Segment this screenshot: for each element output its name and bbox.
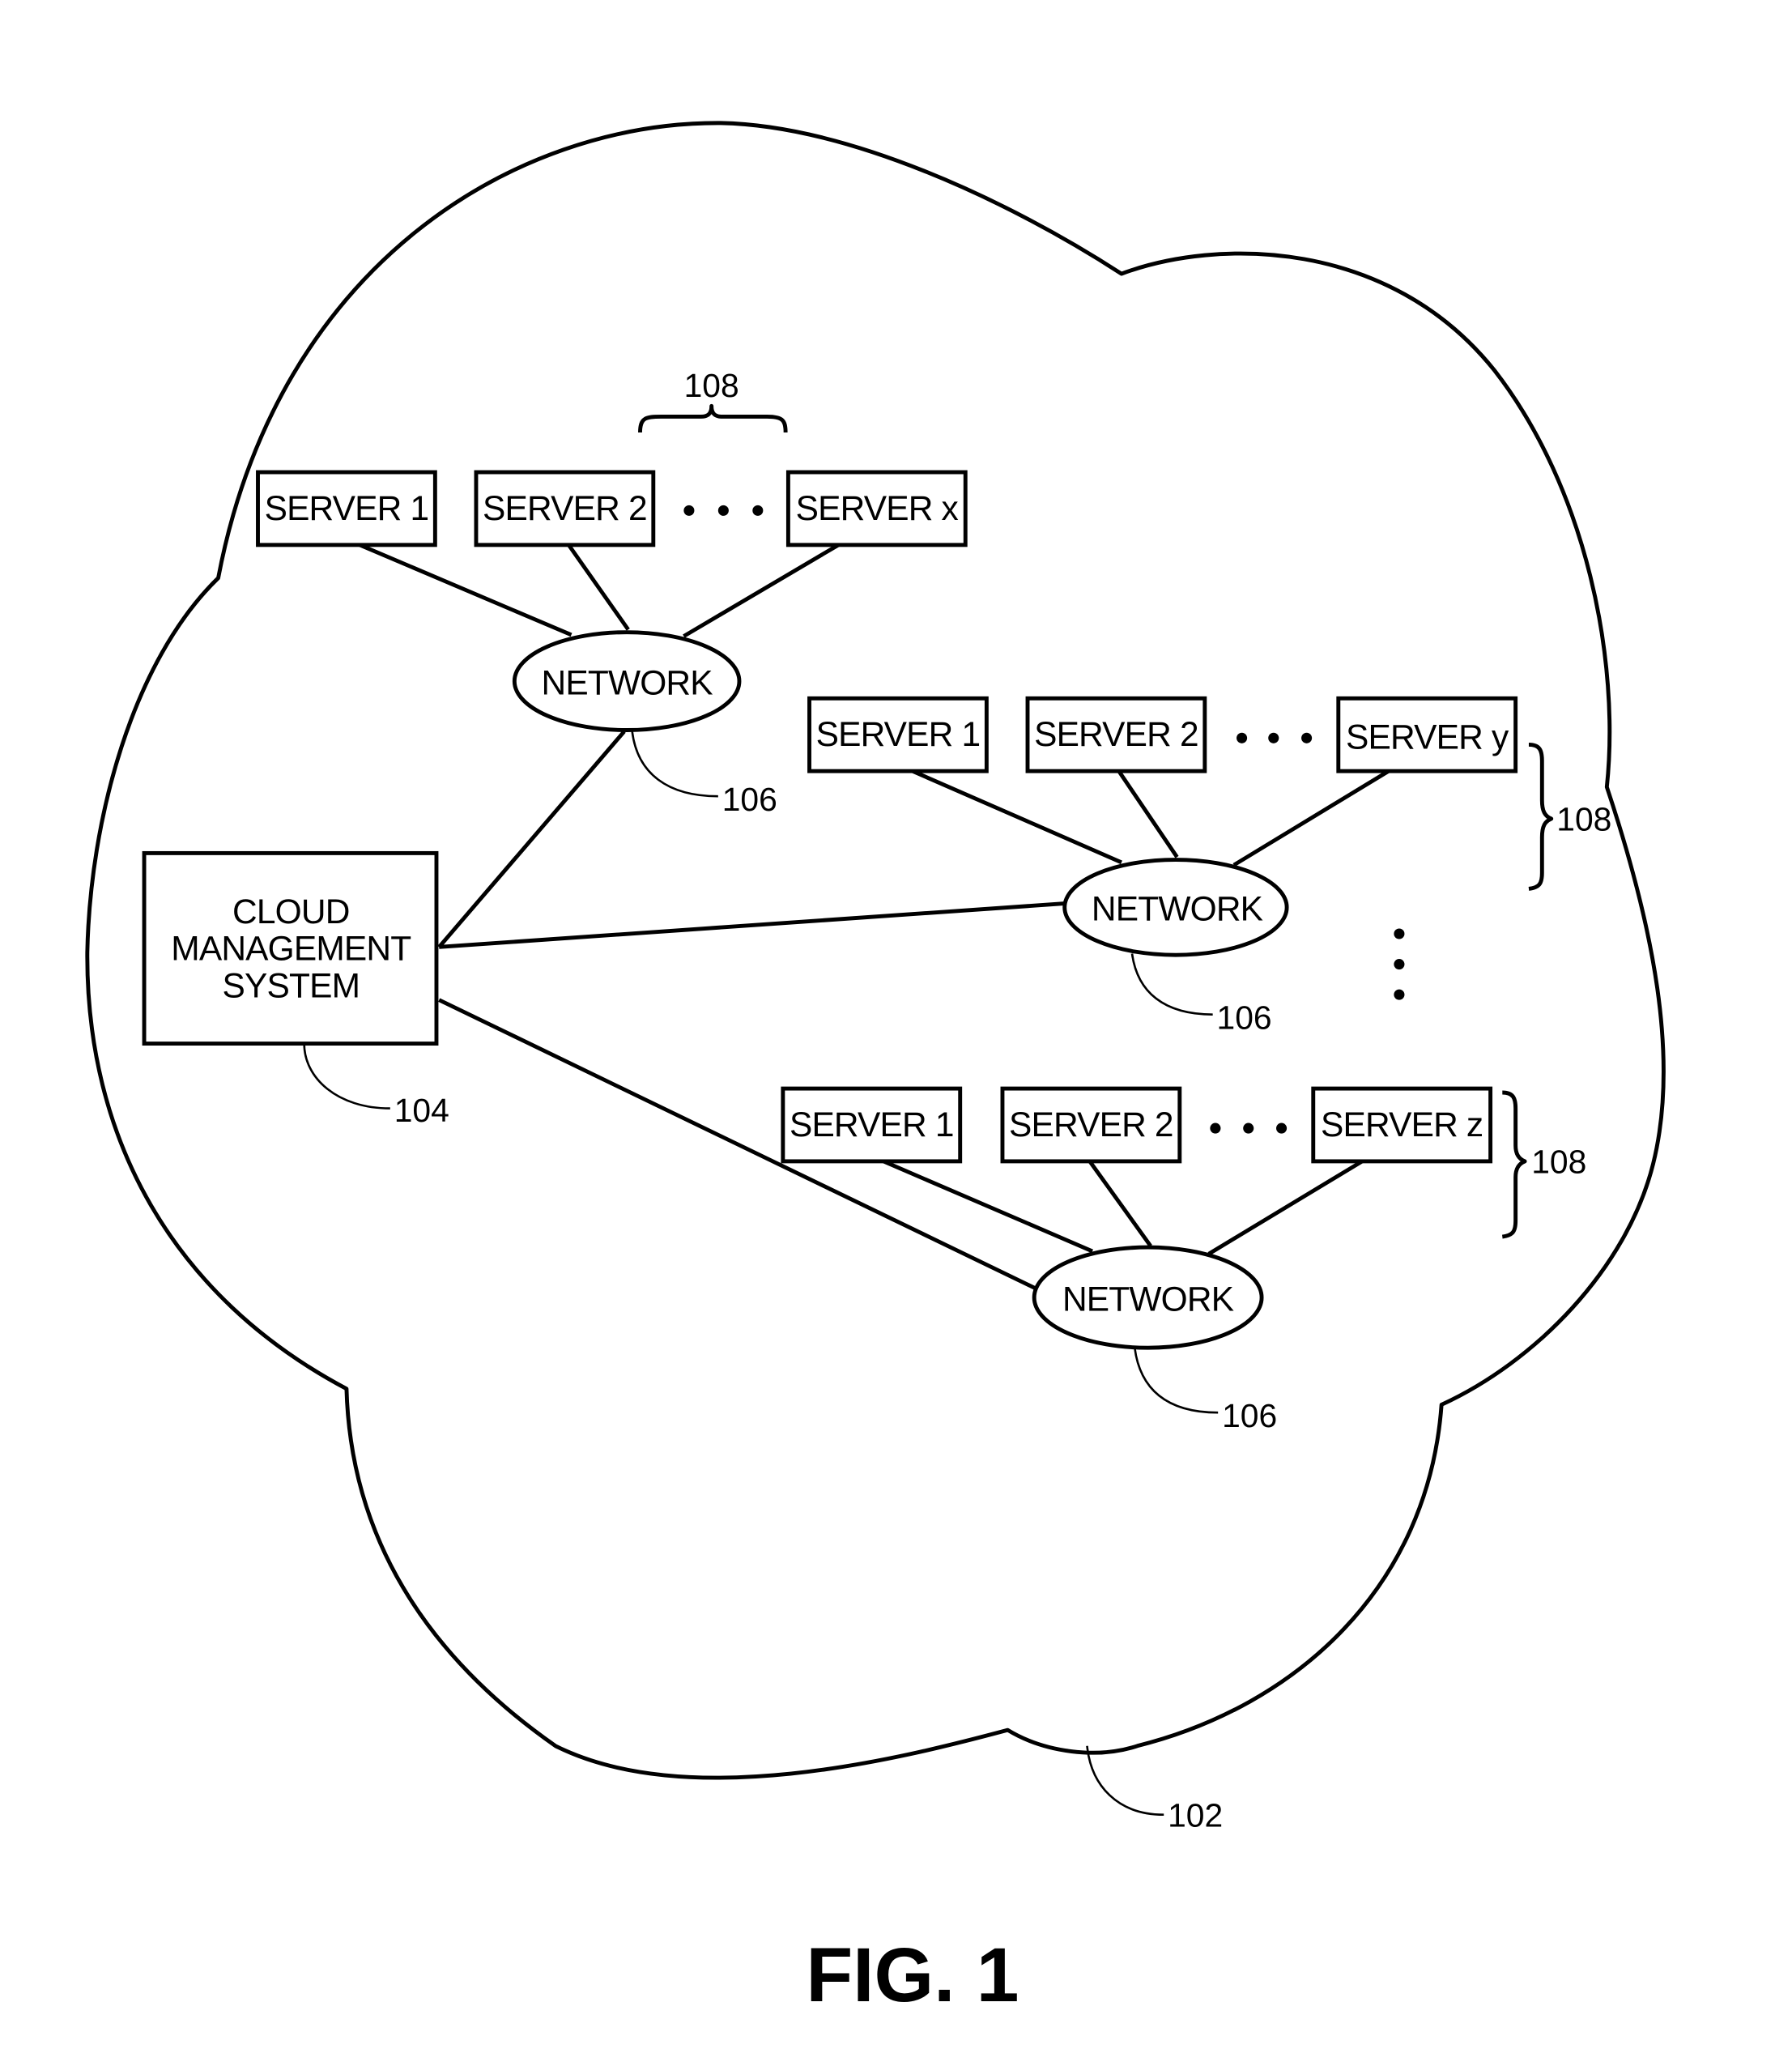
leader-102 (1086, 1745, 1164, 1817)
ref-104: 104 (394, 1092, 449, 1129)
group-3-ref: 108 (1531, 1144, 1586, 1181)
server-label: SERVER 1 (265, 489, 429, 527)
leader-106 (1133, 1348, 1219, 1414)
network-label: NETWORK (1062, 1280, 1234, 1318)
group-1-brace (638, 403, 788, 433)
server-label: SERVER 2 (1009, 1105, 1173, 1144)
server-group-3: SERVER 1 SERVER 2 SERVER z 108 NETWORK 1… (781, 1086, 1586, 1434)
server-box[interactable]: SERVER 1 (256, 470, 437, 547)
server-box[interactable]: SERVER 1 (781, 1086, 963, 1164)
group-3-brace (1501, 1090, 1527, 1239)
server-label: SERVER 2 (483, 489, 647, 527)
vertical-ellipsis-dots (1394, 928, 1405, 1000)
network-node[interactable]: NETWORK (1062, 858, 1289, 957)
network-label: NETWORK (1092, 890, 1263, 928)
leader-106 (1130, 953, 1213, 1016)
ref-106: 106 (1217, 999, 1272, 1037)
server-box[interactable]: SERVER 2 (474, 470, 656, 547)
ref-102: 102 (1168, 1796, 1223, 1834)
server-group-2: SERVER 1 SERVER 2 SERVER y 108 NETWORK 1… (807, 696, 1611, 1037)
cms-line-3: SYSTEM (222, 966, 360, 1004)
cms-line-2: MANAGEMENT (171, 930, 411, 968)
cms-line-1: CLOUD (232, 892, 350, 931)
network-node[interactable]: NETWORK (1032, 1245, 1264, 1350)
server-label: SERVER 1 (816, 715, 981, 753)
ellipsis-dots (1237, 732, 1313, 743)
network-node[interactable]: NETWORK (512, 630, 742, 732)
group-2-brace (1528, 743, 1554, 891)
server-label: SERVER z (1321, 1105, 1483, 1144)
leader-106 (631, 731, 718, 798)
ref-106: 106 (722, 781, 777, 818)
server-box[interactable]: SERVER x (785, 470, 968, 547)
figure-caption: FIG. 1 (806, 1932, 1019, 2018)
ellipsis-dots (1210, 1122, 1288, 1134)
server-box[interactable]: SERVER 1 (807, 696, 989, 773)
server-box[interactable]: SERVER y (1336, 696, 1518, 773)
ref-106: 106 (1222, 1397, 1277, 1434)
leader-104 (303, 1043, 390, 1110)
server-label: SERVER 2 (1034, 715, 1198, 753)
server-box[interactable]: SERVER 2 (1025, 696, 1207, 773)
cloud-diagram: 102 CLOUD MANAGEMENT SYSTEM 104 108 SERV… (85, 121, 1666, 2018)
server-box[interactable]: SERVER z (1311, 1086, 1493, 1164)
group-1-ref: 108 (684, 367, 739, 404)
server-label: SERVER y (1346, 718, 1509, 756)
server-box[interactable]: SERVER 2 (1000, 1086, 1182, 1164)
server-label: SERVER 1 (790, 1105, 954, 1144)
ellipsis-dots (683, 505, 764, 516)
cloud-management-system[interactable]: CLOUD MANAGEMENT SYSTEM (142, 850, 439, 1046)
group-2-ref: 108 (1556, 801, 1611, 838)
server-label: SERVER x (796, 489, 959, 527)
network-label: NETWORK (542, 663, 713, 701)
